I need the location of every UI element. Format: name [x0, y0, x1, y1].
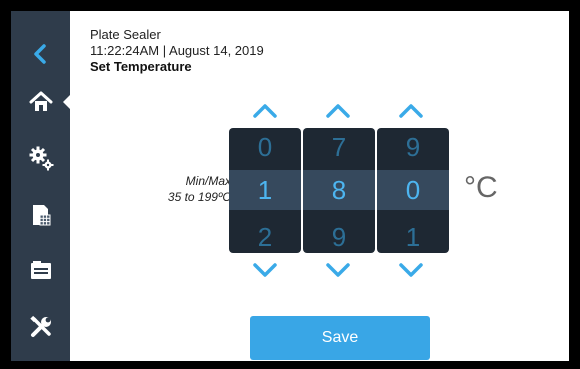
active-indicator [63, 94, 71, 110]
digit-1-down-button[interactable] [247, 258, 283, 282]
sidebar-item-settings[interactable] [11, 138, 70, 178]
digit-1-wheel[interactable]: 0 1 2 [229, 128, 301, 253]
sidebar-item-plates[interactable] [11, 195, 70, 235]
digit-3-down-button[interactable] [393, 258, 429, 282]
save-button[interactable]: Save [250, 316, 430, 360]
page-title: Set Temperature [90, 59, 192, 74]
back-button[interactable] [11, 34, 70, 74]
temperature-range: Min/Max 35 to 199ºC [129, 173, 231, 205]
gears-icon [29, 146, 53, 171]
sidebar-item-home[interactable] [11, 82, 70, 122]
chevron-down-icon [253, 263, 277, 277]
digit-2-wheel[interactable]: 7 8 9 [303, 128, 375, 253]
digit-current: 0 [405, 175, 421, 205]
digit-2-up-button[interactable] [320, 99, 356, 123]
digit-3-up-button[interactable] [393, 99, 429, 123]
device-name: Plate Sealer [90, 27, 161, 42]
digit-prev: 7 [331, 132, 347, 162]
home-icon [29, 91, 52, 111]
chevron-up-icon [326, 104, 350, 118]
back-chevron-icon [33, 44, 46, 64]
tools-icon [29, 315, 51, 337]
digit-next: 2 [257, 222, 273, 252]
digit-next: 1 [405, 222, 421, 252]
sidebar-item-files[interactable] [11, 250, 70, 290]
timestamp: 11:22:24AM | August 14, 2019 [90, 43, 264, 58]
digit-1-up-button[interactable] [247, 99, 283, 123]
range-value: 35 to 199ºC [167, 190, 231, 204]
digit-2-down-button[interactable] [320, 258, 356, 282]
sidebar-item-tools[interactable] [11, 307, 70, 347]
range-label: Min/Max [185, 174, 231, 188]
plate-icon [32, 205, 50, 226]
temperature-unit: °C [464, 171, 498, 204]
chevron-up-icon [399, 104, 423, 118]
chevron-down-icon [399, 263, 423, 277]
folder-icon [30, 261, 51, 279]
chevron-down-icon [326, 263, 350, 277]
digit-prev: 9 [405, 132, 421, 162]
digit-current: 1 [257, 175, 273, 205]
screen: Plate Sealer 11:22:24AM | August 14, 201… [11, 11, 569, 361]
digit-next: 9 [331, 222, 347, 252]
digit-3-wheel[interactable]: 9 0 1 [377, 128, 449, 253]
digit-prev: 0 [257, 132, 273, 162]
digit-current: 8 [331, 175, 347, 205]
sidebar [11, 11, 71, 361]
chevron-up-icon [253, 104, 277, 118]
